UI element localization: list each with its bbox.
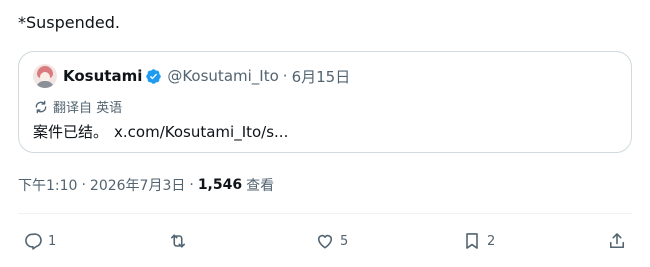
translate-icon: [35, 100, 47, 113]
avatar[interactable]: [33, 64, 57, 88]
divider: [18, 213, 632, 214]
quoted-text-body: 案件已结。: [33, 123, 109, 141]
separator-dot: ·: [282, 67, 288, 85]
like-button[interactable]: 5: [315, 228, 348, 254]
quoted-date[interactable]: 6月15日: [292, 66, 351, 87]
views-count: 1,546: [197, 177, 243, 193]
bookmark-count: 2: [487, 233, 496, 249]
like-count: 5: [340, 233, 349, 249]
quoted-post-link[interactable]: x.com/Kosutami_Ito/s...: [114, 123, 288, 141]
post-metadata: 下午1:10 · 2026年7月3日 · 1,546 查看: [18, 175, 274, 195]
translate-indicator[interactable]: 翻译自 英语: [33, 97, 122, 116]
post-text: *Suspended.: [18, 13, 121, 32]
action-bar: 1 5 2: [0, 228, 650, 254]
bookmark-icon: [466, 233, 478, 249]
reply-icon: [25, 233, 42, 250]
quoted-post-text: 案件已结。 x.com/Kosutami_Ito/s...: [33, 122, 288, 142]
views-label: 查看: [246, 178, 275, 194]
quoted-post-header: Kosutami @Kosutami_Ito · 6月15日: [33, 64, 350, 88]
bookmark-button[interactable]: 2: [462, 228, 495, 254]
verified-badge-icon: [146, 68, 162, 84]
post-time[interactable]: 下午1:10: [18, 175, 77, 195]
share-icon: [609, 233, 625, 249]
retweet-icon: [170, 234, 186, 248]
quoted-handle[interactable]: @Kosutami_Ito: [167, 67, 278, 85]
meta-separator: ·: [189, 177, 194, 193]
reply-button[interactable]: 1: [23, 228, 56, 254]
reply-count: 1: [48, 233, 57, 249]
quoted-display-name[interactable]: Kosutami: [63, 67, 142, 85]
retweet-button[interactable]: [168, 228, 193, 254]
quoted-post-card[interactable]: Kosutami @Kosutami_Ito · 6月15日 翻译自 英语 案件…: [18, 51, 632, 153]
heart-icon: [317, 234, 333, 249]
post-date[interactable]: 2026年7月3日: [90, 175, 185, 195]
translate-label: 翻译自 英语: [53, 101, 123, 116]
meta-separator: ·: [81, 177, 86, 193]
share-button[interactable]: [607, 228, 627, 254]
